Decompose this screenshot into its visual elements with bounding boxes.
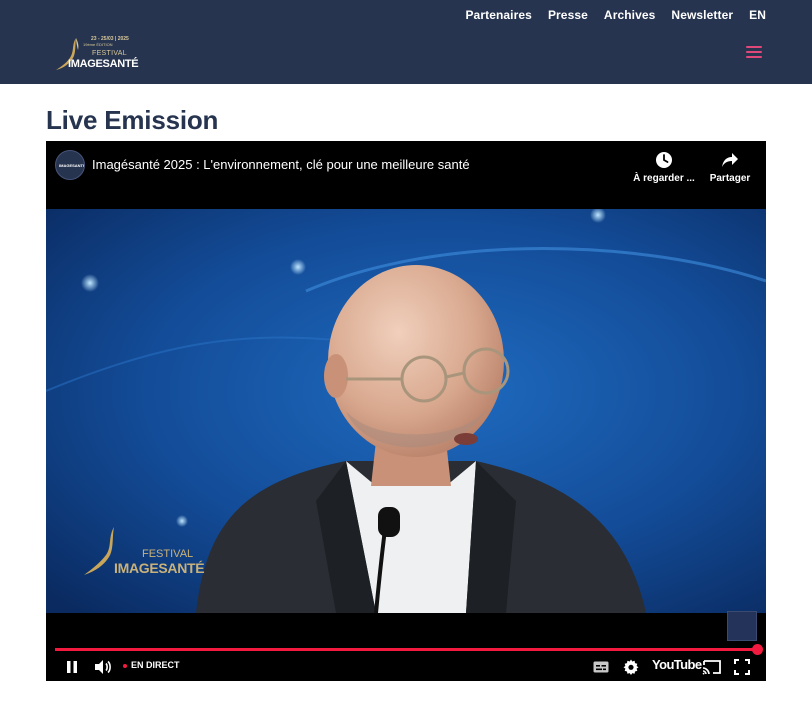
nav-link-archives[interactable]: Archives: [604, 8, 656, 22]
progress-scrubber[interactable]: [752, 644, 763, 655]
video-frame[interactable]: [46, 141, 766, 681]
page-title: Live Emission: [46, 105, 219, 135]
gear-icon: [623, 659, 639, 675]
fullscreen-button[interactable]: [734, 657, 750, 677]
subtitles-icon: [593, 661, 609, 673]
channel-avatar-text: IMAGESANTÉ: [59, 163, 85, 168]
cast-button[interactable]: [702, 657, 722, 677]
hamburger-menu-icon[interactable]: [746, 46, 762, 58]
pause-button[interactable]: [64, 657, 80, 677]
language-switch-en[interactable]: EN: [749, 8, 766, 22]
video-title[interactable]: Imagésanté 2025 : L'environnement, clé p…: [92, 157, 470, 172]
logo-brand-text: IMAGESANTÉ: [68, 58, 139, 70]
fullscreen-icon: [734, 659, 750, 675]
watermark-brand-text: IMAGESANTÉ: [114, 560, 205, 576]
player-top-bar: IMAGESANTÉ Imagésanté 2025 : L'environne…: [46, 141, 766, 209]
channel-watermark-thumbnail[interactable]: [727, 611, 757, 641]
pause-icon: [67, 661, 77, 673]
cast-icon: [702, 660, 721, 675]
logo-edition: 19ème ÉDITION: [83, 42, 113, 47]
video-player[interactable]: FESTIVAL IMAGESANTÉ IMAGESANTÉ Imagésant…: [46, 141, 766, 681]
progress-bar[interactable]: [55, 648, 757, 651]
site-header: Partenaires Presse Archives Newsletter E…: [0, 0, 812, 84]
nav-link-presse[interactable]: Presse: [548, 8, 588, 22]
share-arrow-icon: [722, 153, 738, 167]
watch-later-label: À regarder ...: [633, 173, 695, 184]
youtube-logo[interactable]: YouTube: [652, 657, 702, 672]
logo-festival-text: FESTIVAL: [92, 50, 127, 57]
video-watermark-logo: FESTIVAL IMAGESANTÉ: [82, 523, 205, 579]
live-dot-icon: [123, 664, 127, 668]
festival-logo[interactable]: 23 - 25/03 | 2025 19ème ÉDITION FESTIVAL…: [54, 36, 139, 74]
live-indicator[interactable]: EN DIRECT: [131, 660, 180, 670]
watermark-festival-text: FESTIVAL: [142, 548, 194, 560]
volume-icon: [95, 660, 111, 674]
nav-link-newsletter[interactable]: Newsletter: [671, 8, 733, 22]
volume-button[interactable]: [94, 657, 112, 677]
share-label: Partager: [709, 173, 751, 184]
share-button[interactable]: Partager: [706, 151, 754, 184]
nav-link-partenaires[interactable]: Partenaires: [465, 8, 531, 22]
settings-button[interactable]: [623, 657, 639, 677]
watch-later-button[interactable]: À regarder ...: [628, 151, 700, 184]
clock-icon: [656, 152, 672, 168]
channel-avatar[interactable]: IMAGESANTÉ: [55, 150, 85, 180]
top-nav: Partenaires Presse Archives Newsletter E…: [465, 8, 766, 22]
subtitles-button[interactable]: [593, 657, 609, 677]
